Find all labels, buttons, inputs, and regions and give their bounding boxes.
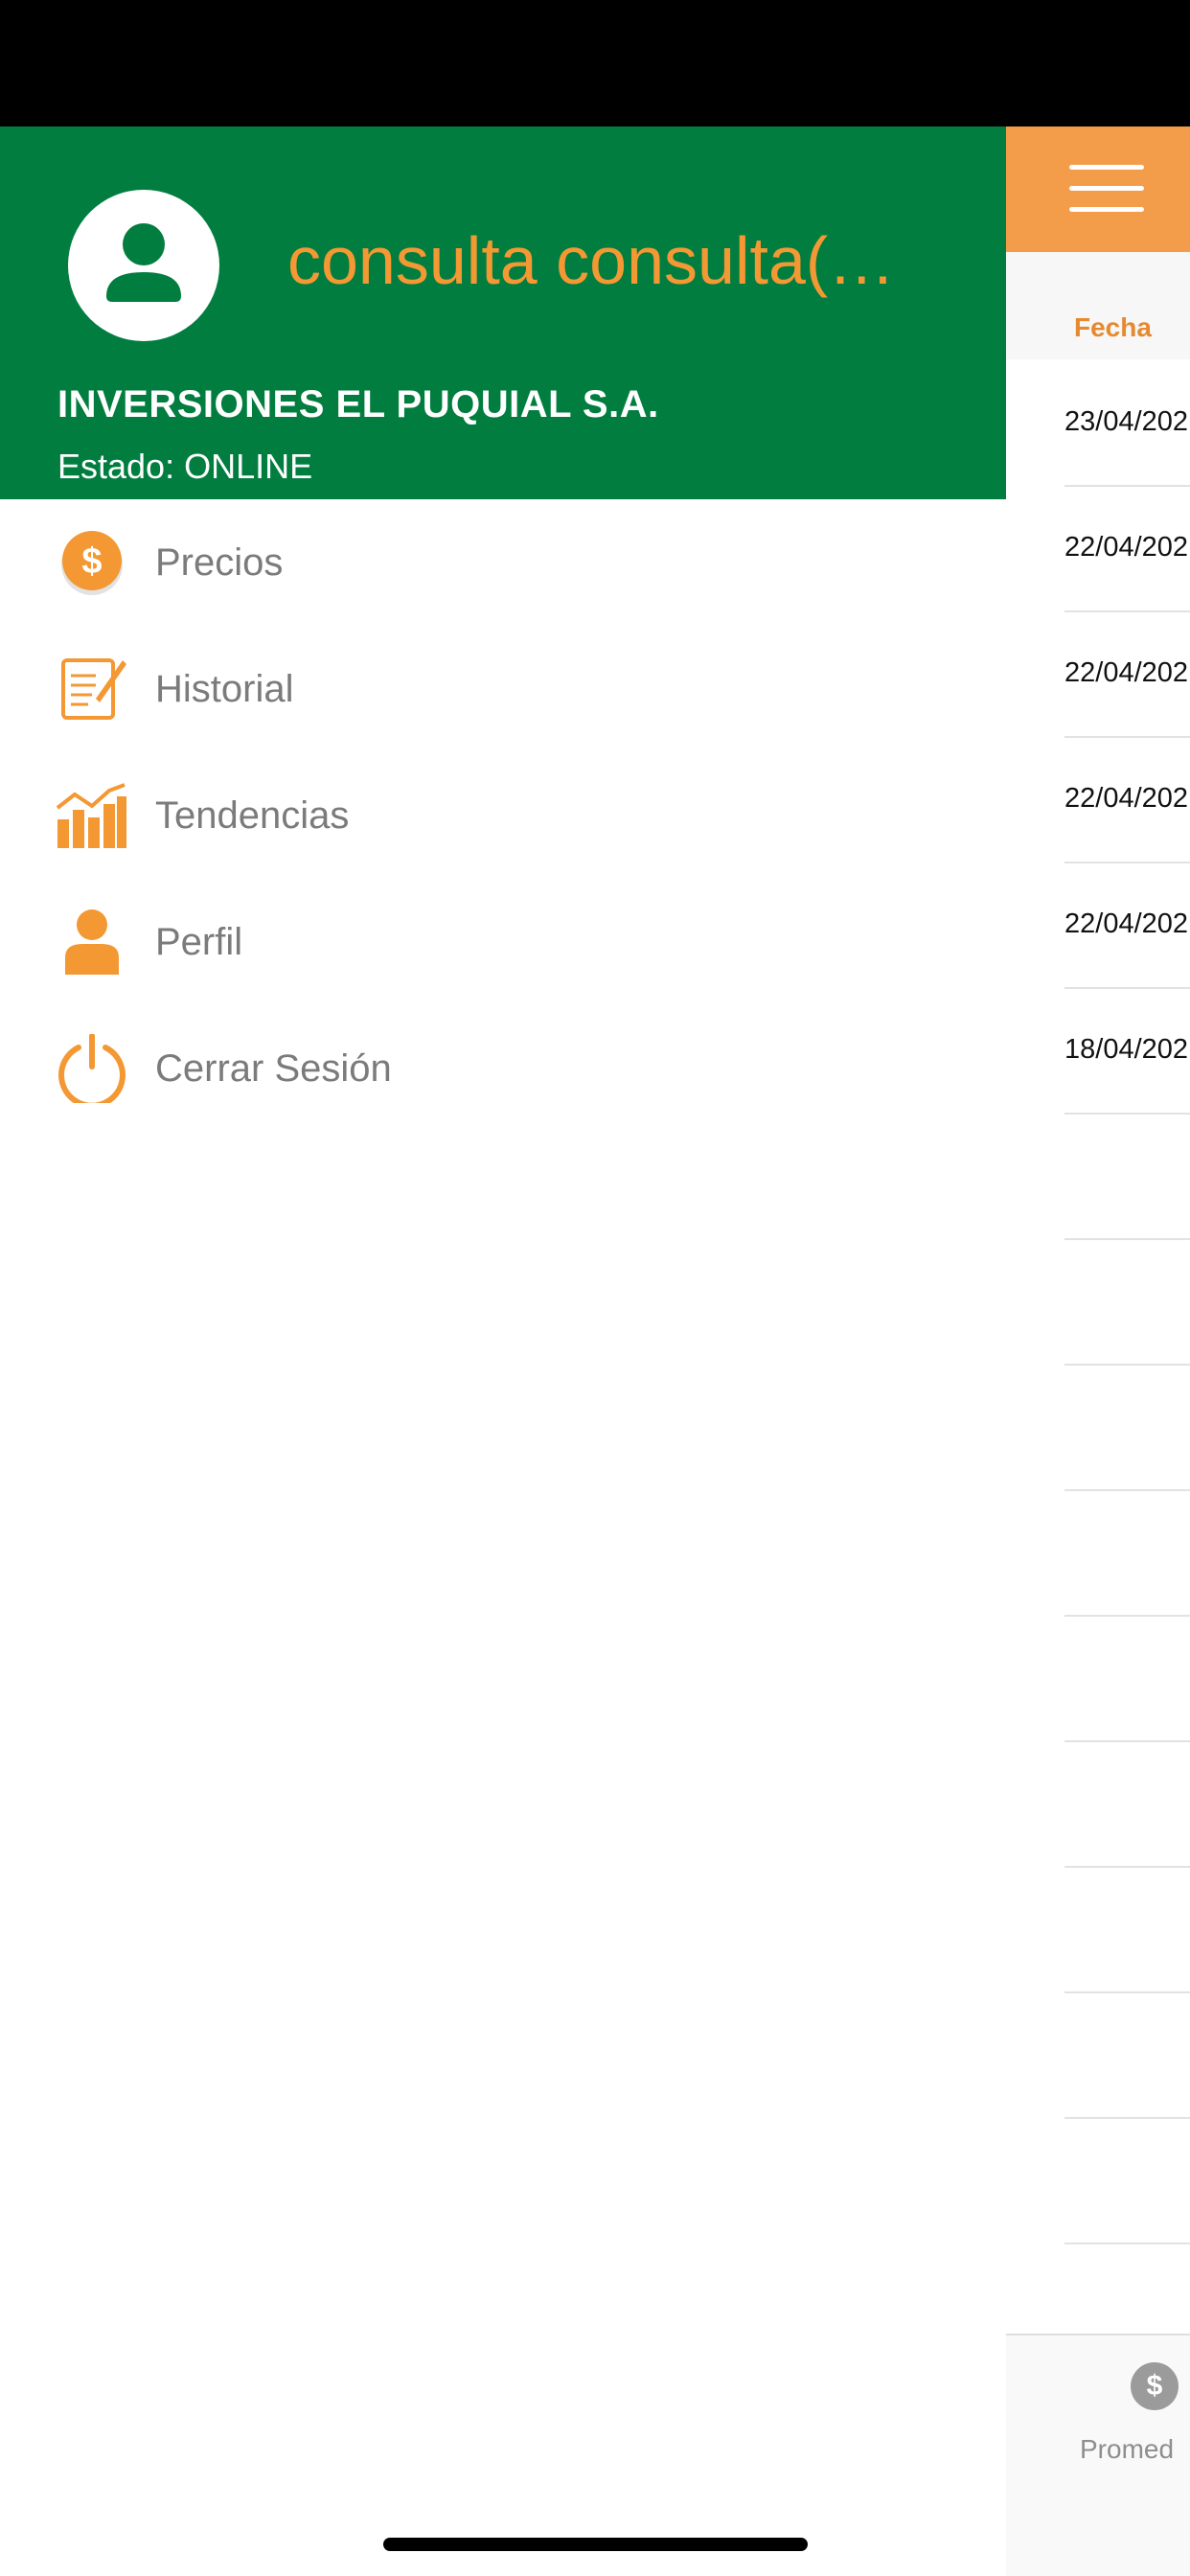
hamburger-icon bbox=[1069, 207, 1144, 212]
table-row bbox=[1064, 1364, 1190, 1491]
table-row bbox=[1064, 1489, 1190, 1617]
dollar-tab-icon[interactable]: $ bbox=[1131, 2362, 1179, 2410]
connection-status: Estado: ONLINE bbox=[57, 447, 313, 486]
avatar bbox=[68, 190, 219, 341]
table-header bbox=[1006, 252, 1190, 359]
table-row bbox=[1064, 1113, 1190, 1240]
dollar-coin-icon: $ bbox=[61, 531, 123, 595]
menu-label-precios: Precios bbox=[155, 541, 284, 584]
menu-item-tendencias[interactable]: Tendencias bbox=[0, 752, 1006, 879]
svg-text:$: $ bbox=[81, 541, 102, 582]
table-row bbox=[1064, 1238, 1190, 1366]
row-date: 23/04/202 bbox=[1064, 406, 1189, 437]
row-date: 22/04/202 bbox=[1064, 657, 1189, 688]
company-name: INVERSIONES EL PUQUIAL S.A. bbox=[57, 383, 659, 426]
menu-label-perfil: Perfil bbox=[155, 921, 243, 963]
background-screen: Fecha 23/04/202 22/04/202 22/04/202 22/0… bbox=[1006, 126, 1190, 2576]
table-row bbox=[1064, 1991, 1190, 2119]
table-row bbox=[1064, 1615, 1190, 1742]
status-bar bbox=[0, 0, 1190, 126]
menu-label-historial: Historial bbox=[155, 668, 294, 710]
row-date: 22/04/202 bbox=[1064, 783, 1189, 814]
menu-item-perfil[interactable]: Perfil bbox=[0, 879, 1006, 1005]
table-row bbox=[1064, 1866, 1190, 1993]
hamburger-icon bbox=[1069, 186, 1144, 191]
row-date: 22/04/202 bbox=[1064, 908, 1189, 939]
document-quill-icon bbox=[61, 658, 126, 720]
menu-item-historial[interactable]: Historial bbox=[0, 626, 1006, 752]
tab-promedio-label[interactable]: Promed bbox=[1080, 2434, 1174, 2465]
side-drawer: consulta consulta(… INVERSIONES EL PUQUI… bbox=[0, 126, 1006, 2576]
hamburger-icon bbox=[1069, 165, 1144, 170]
menu-toggle-button[interactable] bbox=[1006, 126, 1190, 252]
menu-label-cerrar-sesion: Cerrar Sesión bbox=[155, 1047, 392, 1090]
table-row bbox=[1064, 2117, 1190, 2244]
user-name: consulta consulta(… bbox=[287, 223, 896, 298]
person-icon bbox=[65, 909, 119, 975]
power-icon bbox=[58, 1034, 126, 1103]
menu-item-cerrar-sesion[interactable]: Cerrar Sesión bbox=[0, 1005, 1006, 1132]
row-date: 22/04/202 bbox=[1064, 532, 1189, 563]
trending-chart-icon bbox=[56, 783, 126, 848]
menu-item-precios[interactable]: $ Precios bbox=[0, 499, 1006, 626]
table-row bbox=[1064, 1740, 1190, 1868]
row-date: 18/04/202 bbox=[1064, 1034, 1189, 1065]
user-avatar-icon bbox=[106, 223, 181, 302]
column-header-fecha: Fecha bbox=[1074, 312, 1152, 342]
home-indicator bbox=[383, 2538, 808, 2551]
menu-label-tendencias: Tendencias bbox=[155, 794, 350, 837]
drawer-header: consulta consulta(… INVERSIONES EL PUQUI… bbox=[0, 126, 1006, 499]
